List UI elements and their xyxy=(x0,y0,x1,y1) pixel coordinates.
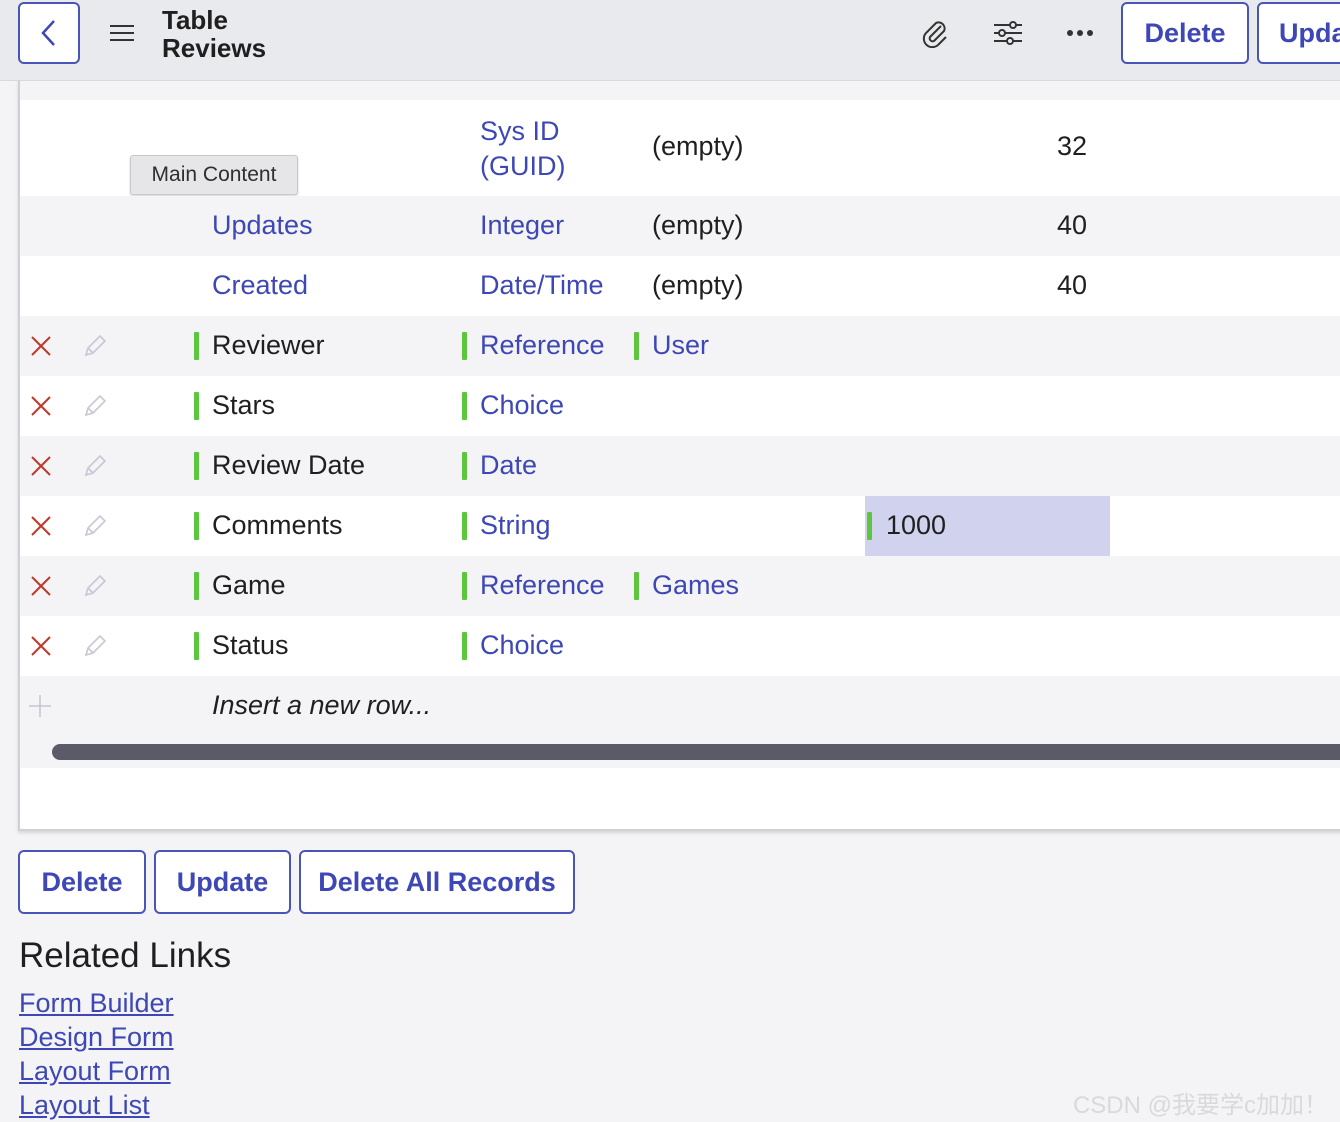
sliders-icon[interactable] xyxy=(993,18,1023,48)
reference-cell[interactable]: Games xyxy=(652,570,739,601)
layout-list-link[interactable]: Layout List xyxy=(19,1090,150,1121)
page-title: Table Reviews xyxy=(162,6,266,62)
column-label-cell[interactable]: Reviewer xyxy=(212,330,325,361)
design-form-link[interactable]: Design Form xyxy=(19,1022,174,1053)
paperclip-icon[interactable] xyxy=(920,18,950,48)
layout-form-link[interactable]: Layout Form xyxy=(19,1056,171,1087)
title-line-1: Table xyxy=(162,5,228,35)
table-row: Stars Choice xyxy=(20,376,1340,436)
column-label-cell[interactable]: Status xyxy=(212,630,289,661)
close-icon[interactable] xyxy=(30,335,52,357)
header-update-button[interactable]: Upda xyxy=(1257,2,1340,64)
field-status-bar xyxy=(194,392,199,420)
max-length-cell: 32 xyxy=(1057,131,1088,161)
form-builder-link[interactable]: Form Builder xyxy=(19,988,174,1019)
field-status-bar xyxy=(462,512,467,540)
columns-table: Main Content Sys ID (GUID) (empty) 32 Up… xyxy=(18,80,1340,831)
header-delete-button[interactable]: Delete xyxy=(1121,2,1249,64)
field-status-bar xyxy=(634,332,639,360)
close-icon[interactable] xyxy=(30,515,52,537)
type-cell[interactable]: Reference xyxy=(480,330,605,361)
field-status-bar xyxy=(462,332,467,360)
horizontal-scrollbar[interactable] xyxy=(52,744,1340,760)
pencil-icon[interactable] xyxy=(82,453,108,479)
max-length-cell: 40 xyxy=(1057,210,1088,240)
tooltip: Main Content xyxy=(130,155,298,195)
table-row: Created Date/Time (empty) 40 xyxy=(20,256,1340,316)
back-button[interactable] xyxy=(18,2,80,64)
table-row: Status Choice xyxy=(20,616,1340,676)
pencil-icon[interactable] xyxy=(82,513,108,539)
column-label-cell[interactable]: Review Date xyxy=(212,450,365,481)
type-cell[interactable]: Choice xyxy=(480,390,564,421)
plus-icon[interactable] xyxy=(28,694,52,718)
table-row: Review Date Date xyxy=(20,436,1340,496)
field-status-bar xyxy=(194,332,199,360)
type-cell[interactable]: Integer xyxy=(480,210,564,241)
reference-cell: (empty) xyxy=(652,131,744,161)
type-cell[interactable]: Date/Time xyxy=(480,270,604,301)
pencil-icon[interactable] xyxy=(82,633,108,659)
field-status-bar xyxy=(462,392,467,420)
related-links-heading: Related Links xyxy=(19,936,232,975)
form-header: Table Reviews Delete Upda xyxy=(0,0,1340,81)
pencil-icon[interactable] xyxy=(82,333,108,359)
pencil-icon[interactable] xyxy=(82,393,108,419)
hamburger-icon[interactable] xyxy=(110,24,134,42)
field-status-bar xyxy=(462,452,467,480)
max-length-cell: 40 xyxy=(1057,270,1088,300)
title-line-2: Reviews xyxy=(162,33,267,63)
table-row: Game Reference Games xyxy=(20,556,1340,616)
delete-all-records-button[interactable]: Delete All Records xyxy=(299,850,575,914)
reference-cell: (empty) xyxy=(652,270,744,300)
field-status-bar xyxy=(634,572,639,600)
close-icon[interactable] xyxy=(30,575,52,597)
reference-cell: (empty) xyxy=(652,210,744,240)
type-cell[interactable]: Date xyxy=(480,450,537,481)
column-label-cell[interactable]: Comments xyxy=(212,510,343,541)
column-label-cell[interactable]: Stars xyxy=(212,390,275,421)
close-icon[interactable] xyxy=(30,455,52,477)
field-status-bar xyxy=(462,632,467,660)
reference-cell[interactable]: User xyxy=(652,330,709,361)
column-label-cell[interactable]: Created xyxy=(212,270,308,301)
close-icon[interactable] xyxy=(30,395,52,417)
type-cell[interactable]: Sys ID (GUID) xyxy=(480,114,565,184)
watermark: CSDN @我要学c加加！ xyxy=(1072,1092,1328,1119)
field-status-bar xyxy=(194,512,199,540)
field-status-bar xyxy=(462,572,467,600)
type-cell[interactable]: Choice xyxy=(480,630,564,661)
field-status-bar xyxy=(194,572,199,600)
field-status-bar xyxy=(194,632,199,660)
insert-row-label[interactable]: Insert a new row... xyxy=(212,690,431,721)
table-row-partial xyxy=(20,80,1340,100)
more-icon[interactable] xyxy=(1065,18,1095,48)
field-status-bar xyxy=(194,452,199,480)
delete-button[interactable]: Delete xyxy=(18,850,146,914)
column-label-cell[interactable]: Game xyxy=(212,570,286,601)
update-button[interactable]: Update xyxy=(154,850,291,914)
type-cell[interactable]: String xyxy=(480,510,551,541)
table-row: Updates Integer (empty) 40 xyxy=(20,196,1340,256)
pencil-icon[interactable] xyxy=(82,573,108,599)
max-length-cell[interactable]: 1000 xyxy=(886,510,946,541)
close-icon[interactable] xyxy=(30,635,52,657)
table-row: Comments String 1000 xyxy=(20,496,1340,556)
field-status-bar xyxy=(867,512,872,540)
table-row: Main Content Sys ID (GUID) (empty) 32 xyxy=(20,100,1340,196)
type-cell[interactable]: Reference xyxy=(480,570,605,601)
table-row: Reviewer Reference User xyxy=(20,316,1340,376)
chevron-left-icon xyxy=(41,20,55,46)
column-label-cell[interactable]: Updates xyxy=(212,210,313,241)
